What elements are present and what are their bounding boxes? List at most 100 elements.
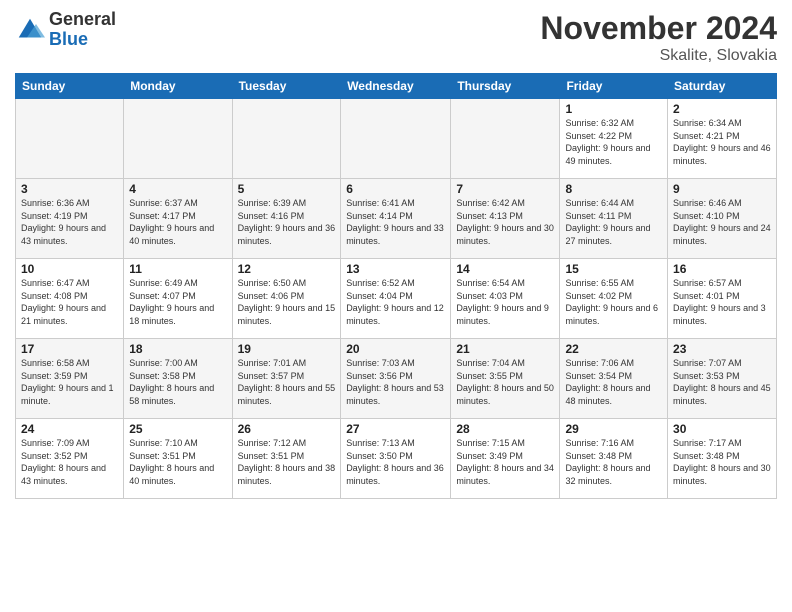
day-info: Sunrise: 7:16 AMSunset: 3:48 PMDaylight:… bbox=[565, 437, 662, 487]
day-info: Sunrise: 7:09 AMSunset: 3:52 PMDaylight:… bbox=[21, 437, 118, 487]
table-row: 6Sunrise: 6:41 AMSunset: 4:14 PMDaylight… bbox=[341, 179, 451, 259]
col-monday: Monday bbox=[124, 74, 232, 99]
day-number: 3 bbox=[21, 182, 118, 196]
day-number: 4 bbox=[129, 182, 226, 196]
day-number: 23 bbox=[673, 342, 771, 356]
table-row: 23Sunrise: 7:07 AMSunset: 3:53 PMDayligh… bbox=[668, 339, 777, 419]
col-wednesday: Wednesday bbox=[341, 74, 451, 99]
col-tuesday: Tuesday bbox=[232, 74, 341, 99]
day-number: 12 bbox=[238, 262, 336, 276]
day-number: 2 bbox=[673, 102, 771, 116]
table-row: 21Sunrise: 7:04 AMSunset: 3:55 PMDayligh… bbox=[451, 339, 560, 419]
calendar-header-row: Sunday Monday Tuesday Wednesday Thursday… bbox=[16, 74, 777, 99]
table-row: 16Sunrise: 6:57 AMSunset: 4:01 PMDayligh… bbox=[668, 259, 777, 339]
calendar-week-1: 1Sunrise: 6:32 AMSunset: 4:22 PMDaylight… bbox=[16, 99, 777, 179]
day-number: 21 bbox=[456, 342, 554, 356]
day-info: Sunrise: 6:37 AMSunset: 4:17 PMDaylight:… bbox=[129, 197, 226, 247]
day-number: 6 bbox=[346, 182, 445, 196]
day-number: 20 bbox=[346, 342, 445, 356]
table-row: 20Sunrise: 7:03 AMSunset: 3:56 PMDayligh… bbox=[341, 339, 451, 419]
day-number: 15 bbox=[565, 262, 662, 276]
day-info: Sunrise: 7:06 AMSunset: 3:54 PMDaylight:… bbox=[565, 357, 662, 407]
day-info: Sunrise: 6:46 AMSunset: 4:10 PMDaylight:… bbox=[673, 197, 771, 247]
table-row bbox=[451, 99, 560, 179]
table-row: 10Sunrise: 6:47 AMSunset: 4:08 PMDayligh… bbox=[16, 259, 124, 339]
day-number: 11 bbox=[129, 262, 226, 276]
day-number: 13 bbox=[346, 262, 445, 276]
day-info: Sunrise: 7:17 AMSunset: 3:48 PMDaylight:… bbox=[673, 437, 771, 487]
day-number: 19 bbox=[238, 342, 336, 356]
page: General Blue November 2024 Skalite, Slov… bbox=[0, 0, 792, 612]
table-row: 12Sunrise: 6:50 AMSunset: 4:06 PMDayligh… bbox=[232, 259, 341, 339]
table-row: 19Sunrise: 7:01 AMSunset: 3:57 PMDayligh… bbox=[232, 339, 341, 419]
table-row: 2Sunrise: 6:34 AMSunset: 4:21 PMDaylight… bbox=[668, 99, 777, 179]
day-info: Sunrise: 7:13 AMSunset: 3:50 PMDaylight:… bbox=[346, 437, 445, 487]
table-row bbox=[232, 99, 341, 179]
day-info: Sunrise: 7:01 AMSunset: 3:57 PMDaylight:… bbox=[238, 357, 336, 407]
day-number: 24 bbox=[21, 422, 118, 436]
table-row: 25Sunrise: 7:10 AMSunset: 3:51 PMDayligh… bbox=[124, 419, 232, 499]
table-row: 24Sunrise: 7:09 AMSunset: 3:52 PMDayligh… bbox=[16, 419, 124, 499]
day-number: 5 bbox=[238, 182, 336, 196]
day-number: 7 bbox=[456, 182, 554, 196]
day-number: 30 bbox=[673, 422, 771, 436]
table-row: 4Sunrise: 6:37 AMSunset: 4:17 PMDaylight… bbox=[124, 179, 232, 259]
col-sunday: Sunday bbox=[16, 74, 124, 99]
table-row: 15Sunrise: 6:55 AMSunset: 4:02 PMDayligh… bbox=[560, 259, 668, 339]
logo-text: General Blue bbox=[49, 10, 116, 50]
day-number: 22 bbox=[565, 342, 662, 356]
day-number: 27 bbox=[346, 422, 445, 436]
day-number: 25 bbox=[129, 422, 226, 436]
table-row: 26Sunrise: 7:12 AMSunset: 3:51 PMDayligh… bbox=[232, 419, 341, 499]
day-number: 10 bbox=[21, 262, 118, 276]
table-row: 27Sunrise: 7:13 AMSunset: 3:50 PMDayligh… bbox=[341, 419, 451, 499]
day-info: Sunrise: 6:54 AMSunset: 4:03 PMDaylight:… bbox=[456, 277, 554, 327]
day-info: Sunrise: 6:52 AMSunset: 4:04 PMDaylight:… bbox=[346, 277, 445, 327]
table-row: 29Sunrise: 7:16 AMSunset: 3:48 PMDayligh… bbox=[560, 419, 668, 499]
table-row: 9Sunrise: 6:46 AMSunset: 4:10 PMDaylight… bbox=[668, 179, 777, 259]
day-info: Sunrise: 6:42 AMSunset: 4:13 PMDaylight:… bbox=[456, 197, 554, 247]
day-info: Sunrise: 7:04 AMSunset: 3:55 PMDaylight:… bbox=[456, 357, 554, 407]
day-info: Sunrise: 6:55 AMSunset: 4:02 PMDaylight:… bbox=[565, 277, 662, 327]
col-friday: Friday bbox=[560, 74, 668, 99]
table-row: 1Sunrise: 6:32 AMSunset: 4:22 PMDaylight… bbox=[560, 99, 668, 179]
table-row: 11Sunrise: 6:49 AMSunset: 4:07 PMDayligh… bbox=[124, 259, 232, 339]
table-row: 18Sunrise: 7:00 AMSunset: 3:58 PMDayligh… bbox=[124, 339, 232, 419]
day-info: Sunrise: 6:34 AMSunset: 4:21 PMDaylight:… bbox=[673, 117, 771, 167]
table-row: 13Sunrise: 6:52 AMSunset: 4:04 PMDayligh… bbox=[341, 259, 451, 339]
day-info: Sunrise: 7:07 AMSunset: 3:53 PMDaylight:… bbox=[673, 357, 771, 407]
day-number: 28 bbox=[456, 422, 554, 436]
logo-blue: Blue bbox=[49, 30, 116, 50]
day-info: Sunrise: 6:47 AMSunset: 4:08 PMDaylight:… bbox=[21, 277, 118, 327]
table-row: 30Sunrise: 7:17 AMSunset: 3:48 PMDayligh… bbox=[668, 419, 777, 499]
calendar-week-3: 10Sunrise: 6:47 AMSunset: 4:08 PMDayligh… bbox=[16, 259, 777, 339]
day-info: Sunrise: 7:03 AMSunset: 3:56 PMDaylight:… bbox=[346, 357, 445, 407]
day-info: Sunrise: 7:10 AMSunset: 3:51 PMDaylight:… bbox=[129, 437, 226, 487]
day-info: Sunrise: 7:15 AMSunset: 3:49 PMDaylight:… bbox=[456, 437, 554, 487]
day-info: Sunrise: 6:39 AMSunset: 4:16 PMDaylight:… bbox=[238, 197, 336, 247]
day-number: 26 bbox=[238, 422, 336, 436]
day-info: Sunrise: 7:12 AMSunset: 3:51 PMDaylight:… bbox=[238, 437, 336, 487]
table-row: 22Sunrise: 7:06 AMSunset: 3:54 PMDayligh… bbox=[560, 339, 668, 419]
header: General Blue November 2024 Skalite, Slov… bbox=[15, 10, 777, 65]
table-row: 17Sunrise: 6:58 AMSunset: 3:59 PMDayligh… bbox=[16, 339, 124, 419]
table-row: 7Sunrise: 6:42 AMSunset: 4:13 PMDaylight… bbox=[451, 179, 560, 259]
logo-general: General bbox=[49, 10, 116, 30]
day-number: 29 bbox=[565, 422, 662, 436]
day-info: Sunrise: 6:32 AMSunset: 4:22 PMDaylight:… bbox=[565, 117, 662, 167]
calendar-table: Sunday Monday Tuesday Wednesday Thursday… bbox=[15, 73, 777, 499]
day-number: 1 bbox=[565, 102, 662, 116]
day-number: 18 bbox=[129, 342, 226, 356]
day-info: Sunrise: 7:00 AMSunset: 3:58 PMDaylight:… bbox=[129, 357, 226, 407]
location: Skalite, Slovakia bbox=[540, 47, 777, 65]
day-number: 9 bbox=[673, 182, 771, 196]
calendar-week-4: 17Sunrise: 6:58 AMSunset: 3:59 PMDayligh… bbox=[16, 339, 777, 419]
day-info: Sunrise: 6:44 AMSunset: 4:11 PMDaylight:… bbox=[565, 197, 662, 247]
day-number: 14 bbox=[456, 262, 554, 276]
table-row: 8Sunrise: 6:44 AMSunset: 4:11 PMDaylight… bbox=[560, 179, 668, 259]
table-row bbox=[16, 99, 124, 179]
table-row bbox=[124, 99, 232, 179]
logo-icon bbox=[15, 15, 45, 45]
table-row: 5Sunrise: 6:39 AMSunset: 4:16 PMDaylight… bbox=[232, 179, 341, 259]
table-row: 3Sunrise: 6:36 AMSunset: 4:19 PMDaylight… bbox=[16, 179, 124, 259]
